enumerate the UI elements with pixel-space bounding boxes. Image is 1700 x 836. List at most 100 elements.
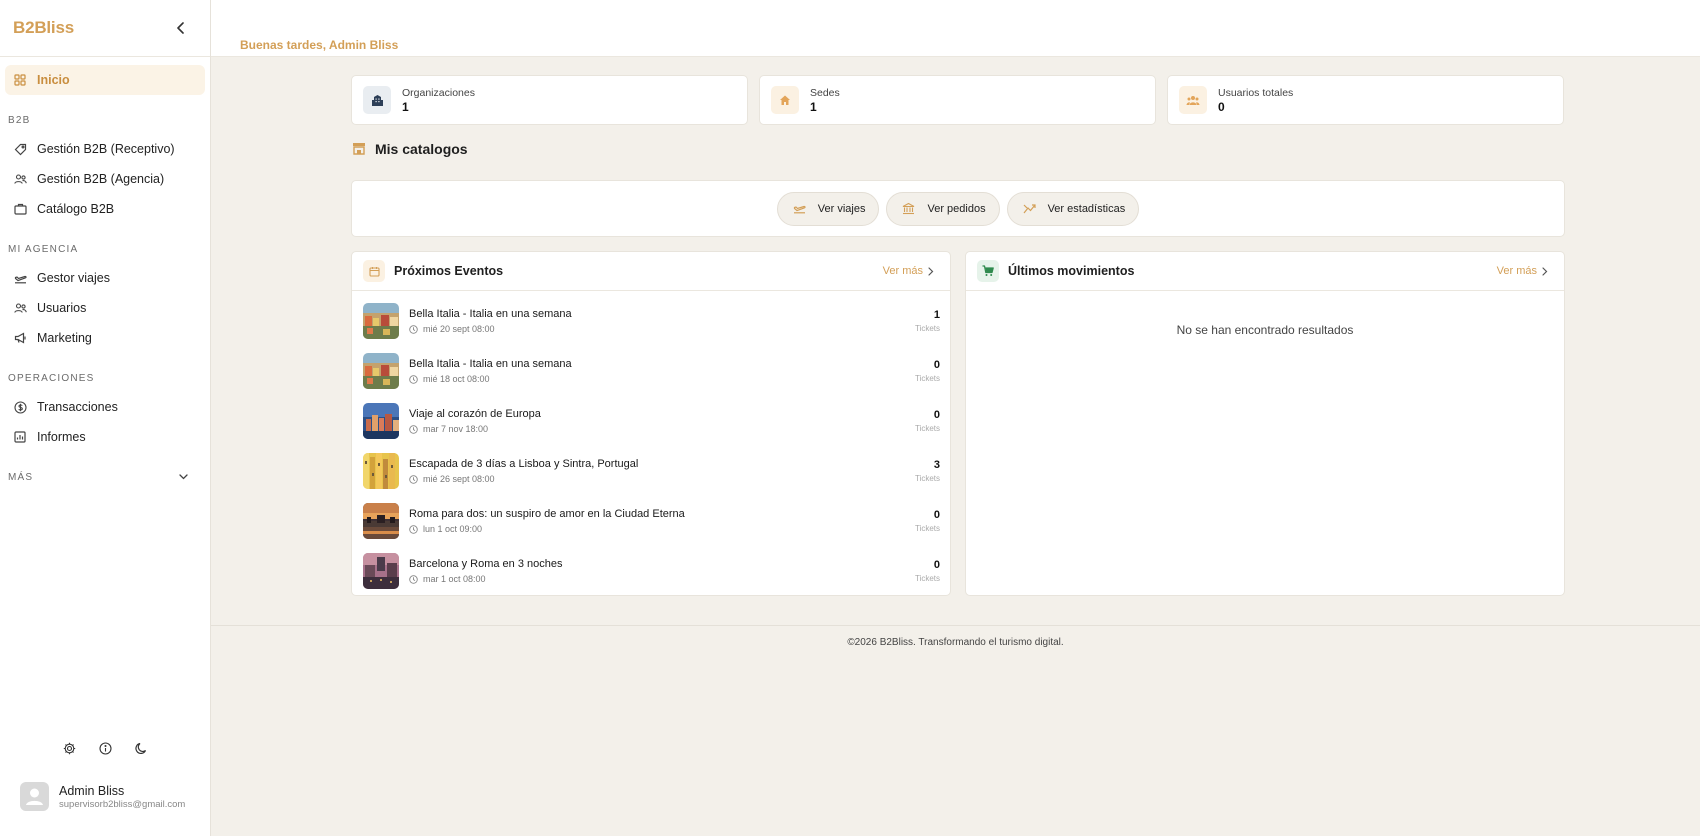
ver-pedidos-button[interactable]: Ver pedidos: [886, 191, 1000, 226]
sidebar-item-informes[interactable]: Informes: [5, 422, 205, 452]
panel-header: Próximos Eventos Ver más: [352, 252, 950, 291]
sidebar-item-gestion-receptivo[interactable]: Gestión B2B (Receptivo): [5, 134, 205, 164]
section-label-operaciones: OPERACIONES: [8, 372, 95, 384]
see-more-label: Ver más: [1496, 265, 1537, 277]
catalog-title: Mis catalogos: [375, 141, 468, 157]
chevron-right-icon: [928, 267, 936, 276]
section-label-agencia: MI AGENCIA: [8, 243, 79, 255]
ticket-unit: Tickets: [914, 374, 940, 383]
event-row[interactable]: Escapada de 3 días a Lisboa y Sintra, Po…: [363, 451, 940, 491]
sidebar-item-gestor-viajes[interactable]: Gestor viajes: [5, 263, 205, 293]
plane-icon: [793, 202, 806, 215]
catalog-actions: Ver viajes Ver pedidos Ver estadísticas: [351, 180, 1565, 237]
section-label-b2b: B2B: [8, 114, 31, 126]
greeting: Buenas tardes, Admin Bliss: [240, 38, 399, 52]
brand-logo[interactable]: B2Bliss: [13, 18, 74, 38]
tag-icon: [13, 142, 27, 156]
sidebar-item-label: Gestor viajes: [37, 271, 110, 285]
collapse-sidebar-icon[interactable]: [173, 20, 189, 36]
dark-mode-icon[interactable]: [135, 741, 149, 755]
dollar-circle-icon: [13, 400, 27, 414]
ticket-count: 0: [933, 559, 940, 571]
event-date: mar 1 oct 08:00: [423, 574, 486, 584]
bank-icon: [902, 202, 915, 215]
info-icon[interactable]: [99, 741, 113, 755]
stat-label: Usuarios totales: [1218, 86, 1294, 99]
footer-text: ©2026 B2Bliss. Transformando el turismo …: [847, 637, 1064, 648]
analytics-icon: [1023, 202, 1036, 215]
event-thumbnail: [363, 503, 399, 539]
user-profile[interactable]: Admin Bliss supervisorb2bliss@gmail.com: [20, 782, 185, 811]
section-more-toggle[interactable]: MÁS: [0, 469, 210, 485]
clock-icon: [409, 374, 418, 384]
event-row[interactable]: Roma para dos: un suspiro de amor en la …: [363, 501, 940, 541]
sidebar-item-label: Gestión B2B (Agencia): [37, 172, 165, 186]
event-row[interactable]: Viaje al corazón de Europa mar 7 nov 18:…: [363, 401, 940, 441]
upcoming-events-panel: Próximos Eventos Ver más Bella Italia - …: [351, 251, 951, 596]
event-thumbnail: [363, 403, 399, 439]
see-more-link[interactable]: Ver más: [883, 265, 936, 277]
sidebar-item-label: Informes: [37, 430, 86, 444]
sidebar-item-usuarios[interactable]: Usuarios: [5, 293, 205, 323]
sidebar-item-label: Catálogo B2B: [37, 202, 115, 216]
sidebar-item-label: Marketing: [37, 331, 92, 345]
button-label: Ver pedidos: [927, 202, 986, 215]
sidebar-item-label: Gestión B2B (Receptivo): [37, 142, 175, 156]
briefcase-icon: [13, 202, 27, 216]
stat-card-organizaciones: Organizaciones 1: [351, 75, 748, 125]
sidebar-item-inicio[interactable]: Inicio: [5, 65, 205, 95]
catalog-heading: Mis catalogos: [352, 141, 468, 157]
sidebar-item-gestion-agencia[interactable]: Gestión B2B (Agencia): [5, 164, 205, 194]
cart-icon: [977, 260, 999, 282]
event-row[interactable]: Bella Italia - Italia en una semana mié …: [363, 351, 940, 391]
sidebar-header: B2Bliss: [0, 0, 210, 57]
sidebar-item-transacciones[interactable]: Transacciones: [5, 392, 205, 422]
stat-label: Sedes: [810, 86, 840, 99]
button-label: Ver viajes: [817, 202, 866, 215]
stat-card-usuarios: Usuarios totales 0: [1167, 75, 1564, 125]
clock-icon: [409, 424, 418, 434]
event-title: Bella Italia - Italia en una semana: [409, 358, 572, 370]
stat-value: 0: [1218, 99, 1225, 114]
clock-icon: [409, 574, 418, 584]
event-thumbnail: [363, 453, 399, 489]
stat-label: Organizaciones: [402, 86, 475, 99]
event-date: lun 1 oct 09:00: [423, 524, 483, 534]
event-row[interactable]: Bella Italia - Italia en una semana mié …: [363, 301, 940, 341]
event-row[interactable]: Barcelona y Roma en 3 noches mar 1 oct 0…: [363, 551, 940, 591]
empty-state-message: No se han encontrado resultados: [1176, 323, 1354, 337]
user-email: supervisorb2bliss@gmail.com: [59, 798, 186, 810]
megaphone-icon: [13, 331, 27, 345]
event-date: mié 26 sept 08:00: [423, 474, 495, 484]
latest-movements-panel: Últimos movimientos Ver más No se han en…: [965, 251, 1565, 596]
ticket-unit: Tickets: [914, 524, 940, 533]
footer: ©2026 B2Bliss. Transformando el turismo …: [211, 625, 1700, 836]
ticket-count: 1: [933, 309, 940, 321]
ticket-unit: Tickets: [914, 424, 940, 433]
chevron-down-icon: [179, 474, 188, 480]
clock-icon: [409, 324, 418, 334]
report-icon: [13, 430, 27, 444]
store-icon: [352, 142, 366, 156]
see-more-link[interactable]: Ver más: [1497, 265, 1550, 277]
building-icon: [363, 86, 391, 114]
group-icon: [1179, 86, 1207, 114]
sidebar-item-label: Usuarios: [37, 301, 87, 315]
top-bar: Buenas tardes, Admin Bliss: [211, 0, 1700, 57]
avatar: [20, 782, 49, 811]
ver-estadisticas-button[interactable]: Ver estadísticas: [1006, 191, 1140, 226]
ticket-unit: Tickets: [914, 574, 940, 583]
calendar-icon: [363, 260, 385, 282]
event-date: mié 20 sept 08:00: [423, 324, 495, 334]
sidebar-item-label: Inicio: [37, 73, 70, 87]
ver-viajes-button[interactable]: Ver viajes: [776, 191, 880, 226]
ticket-unit: Tickets: [914, 324, 940, 333]
event-thumbnail: [363, 353, 399, 389]
sidebar-item-catalogo[interactable]: Catálogo B2B: [5, 194, 205, 224]
section-label-mas: MÁS: [8, 471, 34, 483]
event-title: Barcelona y Roma en 3 noches: [409, 558, 563, 570]
settings-icon[interactable]: [63, 741, 77, 755]
panel-header: Últimos movimientos Ver más: [966, 252, 1564, 291]
sidebar-item-marketing[interactable]: Marketing: [5, 323, 205, 353]
sidebar-item-label: Transacciones: [37, 400, 118, 414]
